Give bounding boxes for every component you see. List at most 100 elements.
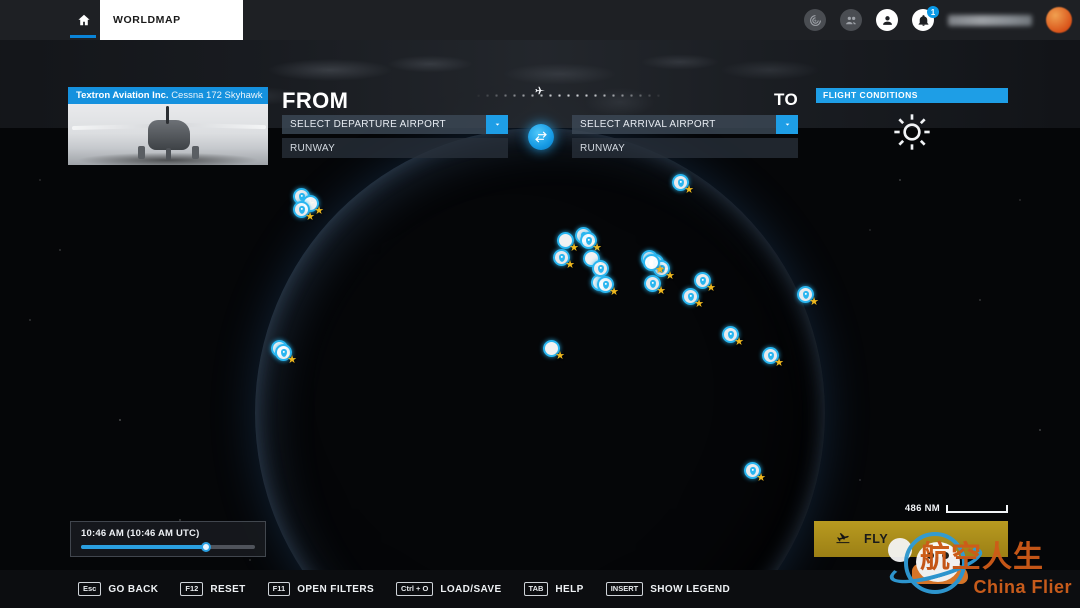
aircraft-image	[68, 104, 268, 165]
star-icon: ★	[569, 242, 579, 254]
star-icon: ★	[734, 336, 744, 348]
shortcut-action-label: SHOW LEGEND	[650, 583, 731, 595]
arrival-runway-field[interactable]: RUNWAY	[572, 138, 798, 158]
shortcut-load-save[interactable]: Ctrl + O LOAD/SAVE	[396, 582, 502, 596]
people-icon	[845, 16, 856, 24]
map-marker[interactable]: ★	[557, 232, 579, 254]
departure-airport-value: SELECT DEPARTURE AIRPORT	[290, 119, 446, 130]
notification-badge: 1	[927, 6, 939, 18]
top-bar-icon-group: 1	[804, 0, 1072, 40]
map-marker[interactable]: ★	[722, 326, 744, 348]
map-marker[interactable]	[592, 260, 609, 277]
star-icon: ★	[305, 211, 315, 223]
aircraft-left-gear	[138, 146, 145, 159]
radar-icon-button[interactable]	[804, 9, 826, 31]
swap-arrows-icon	[535, 131, 547, 143]
takeoff-icon	[836, 533, 850, 544]
tab-worldmap-label: WORLDMAP	[113, 14, 181, 26]
tab-worldmap[interactable]: WORLDMAP	[100, 0, 243, 40]
aircraft-left-wing	[71, 123, 157, 131]
aircraft-title-bar: Textron Aviation Inc. Cessna 172 Skyhawk	[68, 87, 268, 104]
time-slider-handle[interactable]	[201, 542, 212, 552]
departure-airport-select[interactable]: SELECT DEPARTURE AIRPORT	[282, 115, 508, 134]
shortcut-key: F12	[180, 582, 204, 596]
sun-icon	[894, 114, 930, 150]
chevron-down-icon	[495, 123, 499, 126]
shortcut-key: TAB	[523, 582, 549, 596]
star-icon: ★	[809, 296, 819, 308]
map-marker[interactable]: ★	[762, 347, 784, 369]
star-icon: ★	[756, 472, 766, 484]
map-marker[interactable]: ★	[597, 276, 619, 298]
shortcut-key: Ctrl + O	[396, 582, 434, 596]
map-marker[interactable]: ★	[275, 344, 297, 366]
star-icon: ★	[694, 298, 704, 310]
shortcut-key: Esc	[78, 582, 102, 596]
flight-route-dotted-line	[420, 82, 720, 108]
map-scale-bar: 486 NM	[905, 503, 1008, 514]
aircraft-nose-gear	[166, 148, 171, 160]
selected-aircraft-card[interactable]: Textron Aviation Inc. Cessna 172 Skyhawk	[68, 87, 268, 165]
shortcut-help[interactable]: TAB HELP	[523, 582, 584, 596]
star-icon: ★	[655, 264, 665, 276]
time-of-day-panel[interactable]: 10:46 AM (10:46 AM UTC)	[70, 521, 266, 557]
flight-conditions-panel[interactable]: FLIGHT CONDITIONS	[816, 88, 1008, 161]
shortcut-open-filters[interactable]: F11 OPEN FILTERS	[267, 582, 375, 596]
from-heading: FROM	[282, 88, 349, 113]
watermark-cn-text: 航空人生	[920, 541, 1044, 574]
departure-runway-field[interactable]: RUNWAY	[282, 138, 508, 158]
map-marker[interactable]: ★	[744, 462, 766, 484]
arrival-runway-value: RUNWAY	[580, 142, 626, 154]
aircraft-fuselage	[148, 120, 190, 150]
aircraft-right-wing	[179, 122, 267, 130]
avatar[interactable]	[1046, 7, 1072, 33]
flight-conditions-weather[interactable]	[816, 103, 1008, 161]
map-marker[interactable]: ★	[672, 174, 694, 196]
map-marker[interactable]: ★	[293, 201, 315, 223]
map-marker[interactable]: ★	[694, 272, 716, 294]
map-marker[interactable]: ★	[543, 340, 565, 362]
shortcut-action-label: OPEN FILTERS	[297, 583, 375, 595]
swap-departure-arrival-button[interactable]	[528, 124, 554, 150]
aircraft-right-gear	[192, 146, 199, 159]
map-marker[interactable]: ★	[682, 288, 704, 310]
star-icon: ★	[565, 259, 575, 271]
top-navigation-bar: WORLDMAP 1	[0, 0, 1080, 40]
earth-globe[interactable]	[255, 128, 825, 608]
username-label	[948, 14, 1032, 26]
departure-dropdown-button[interactable]	[486, 115, 508, 134]
friends-icon-button[interactable]	[840, 9, 862, 31]
home-active-indicator	[70, 35, 96, 38]
globe-map[interactable]	[240, 128, 840, 608]
flight-conditions-title: FLIGHT CONDITIONS	[816, 88, 1008, 103]
time-slider-fill	[81, 545, 207, 549]
scale-value: 486 NM	[904, 503, 940, 514]
flight-plan-panel: Textron Aviation Inc. Cessna 172 Skyhawk…	[0, 40, 1080, 165]
star-icon: ★	[706, 282, 716, 294]
star-icon: ★	[665, 270, 675, 282]
map-marker[interactable]: ★	[580, 232, 602, 254]
map-marker[interactable]: ★	[643, 254, 665, 276]
map-marker[interactable]: ★	[644, 275, 666, 297]
arrival-dropdown-button[interactable]	[776, 115, 798, 134]
shortcut-reset[interactable]: F12 RESET	[180, 582, 245, 596]
route-airplane-icon	[535, 86, 545, 95]
profile-icon-button[interactable]	[876, 9, 898, 31]
shortcut-show-legend[interactable]: INSERT SHOW LEGEND	[605, 582, 731, 596]
time-slider-track[interactable]	[81, 542, 255, 552]
shortcut-go-back[interactable]: Esc GO BACK	[78, 582, 158, 596]
shortcut-action-label: HELP	[555, 583, 584, 595]
shortcut-action-label: GO BACK	[108, 583, 159, 595]
map-marker[interactable]: ★	[797, 286, 819, 308]
home-button[interactable]	[70, 0, 98, 40]
map-marker[interactable]: ★	[553, 249, 575, 271]
notifications-icon-button[interactable]: 1	[912, 6, 939, 31]
shortcut-action-label: RESET	[210, 583, 246, 595]
scale-bracket	[946, 504, 1008, 513]
star-icon: ★	[609, 286, 619, 298]
to-heading: TO	[774, 90, 799, 109]
shortcut-key: F11	[267, 582, 291, 596]
star-icon: ★	[656, 285, 666, 297]
chevron-down-icon	[785, 123, 789, 126]
arrival-airport-select[interactable]: SELECT ARRIVAL AIRPORT	[572, 115, 798, 134]
